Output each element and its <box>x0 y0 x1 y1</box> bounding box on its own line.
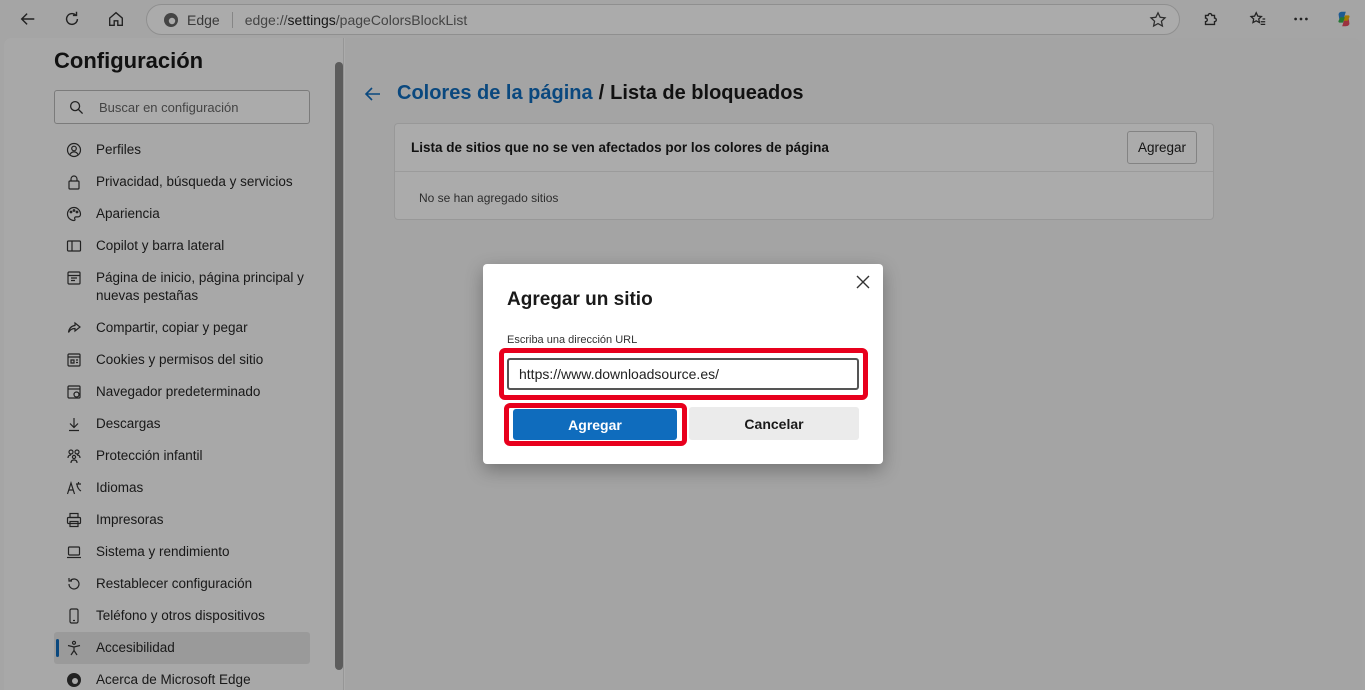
cancel-button[interactable]: Cancelar <box>689 407 859 440</box>
confirm-add-button[interactable]: Agregar <box>513 409 677 440</box>
dialog-title: Agregar un sitio <box>507 289 653 310</box>
url-input[interactable] <box>507 358 859 390</box>
url-field-label: Escriba una dirección URL <box>507 334 638 346</box>
add-site-dialog: Agregar un sitio Escriba una dirección U… <box>483 264 883 464</box>
close-icon[interactable] <box>855 274 871 290</box>
